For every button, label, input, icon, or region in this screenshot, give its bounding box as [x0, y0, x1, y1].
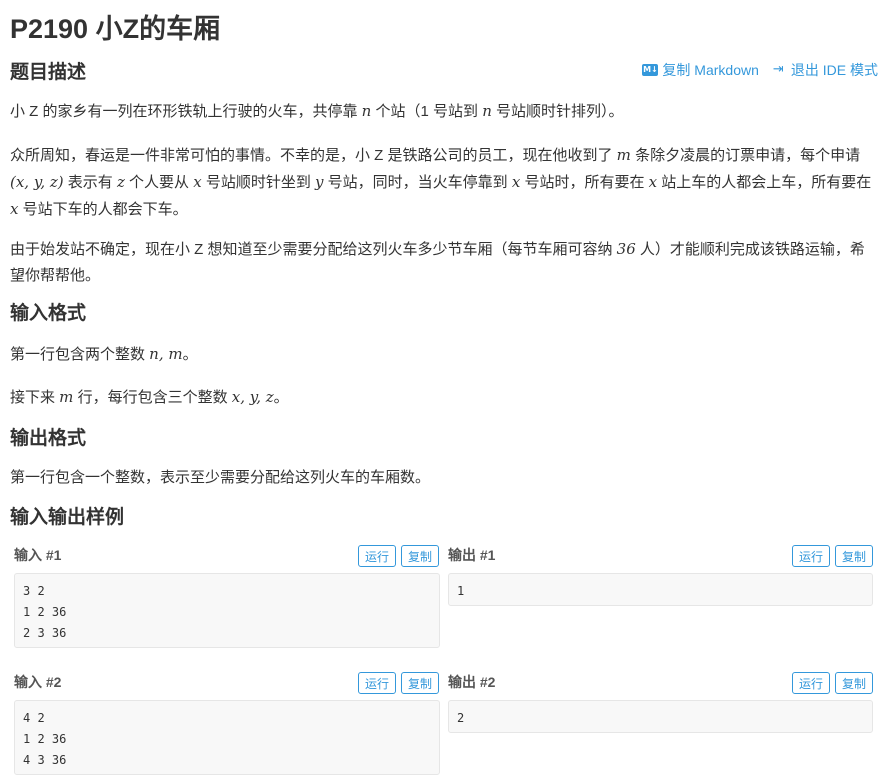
sample-output-label: 输出 #2 — [448, 672, 495, 692]
markdown-icon: M↓ — [642, 64, 658, 76]
sample-output-label: 输出 #1 — [448, 545, 495, 565]
section-heading-samples: 输入输出样例 — [10, 505, 124, 531]
description-paragraph-1: 小 Z 的家乡有一列在环形铁轨上行驶的火车，共停靠 n 个站（1 号站到 n 号… — [10, 98, 878, 125]
exit-ide-label: 退出 IDE 模式 — [791, 60, 878, 80]
page-title: P2190 小Z的车厢 — [10, 12, 220, 46]
copy-button[interactable]: 复制 — [401, 545, 439, 567]
section-heading-description: 题目描述 — [10, 60, 86, 86]
input-format-paragraph-2: 接下来 m 行，每行包含三个整数 x, y, z。 — [10, 384, 878, 411]
sample-output-code[interactable]: 1 — [448, 573, 873, 606]
problem-actions: M↓ 复制 Markdown ⇥ 退出 IDE 模式 — [642, 60, 878, 80]
sample-input-code[interactable]: 4 2 1 2 36 4 3 36 — [14, 700, 440, 775]
section-heading-output-format: 输出格式 — [10, 426, 86, 452]
run-button[interactable]: 运行 — [358, 672, 396, 694]
sample-output-code[interactable]: 2 — [448, 700, 873, 733]
run-button[interactable]: 运行 — [358, 545, 396, 567]
output-format-paragraph-1: 第一行包含一个整数，表示至少需要分配给这列火车的车厢数。 — [10, 465, 878, 491]
description-paragraph-2: 众所周知，春运是一件非常可怕的事情。不幸的是，小 Z 是铁路公司的员工，现在他收… — [10, 142, 878, 223]
copy-button[interactable]: 复制 — [835, 545, 873, 567]
exit-icon: ⇥ — [773, 63, 787, 77]
copy-markdown-label: 复制 Markdown — [662, 60, 758, 80]
sample-input-code[interactable]: 3 2 1 2 36 2 3 36 — [14, 573, 440, 648]
section-heading-input-format: 输入格式 — [10, 301, 86, 327]
copy-button[interactable]: 复制 — [835, 672, 873, 694]
description-paragraph-3: 由于始发站不确定，现在小 Z 想知道至少需要分配给这列火车多少节车厢（每节车厢可… — [10, 236, 878, 289]
input-format-paragraph-1: 第一行包含两个整数 n, m。 — [10, 341, 878, 368]
exit-ide-link[interactable]: ⇥ 退出 IDE 模式 — [773, 60, 878, 80]
sample-input-label: 输入 #1 — [14, 545, 61, 565]
copy-markdown-link[interactable]: M↓ 复制 Markdown — [642, 60, 758, 80]
run-button[interactable]: 运行 — [792, 545, 830, 567]
run-button[interactable]: 运行 — [792, 672, 830, 694]
sample-input-label: 输入 #2 — [14, 672, 61, 692]
copy-button[interactable]: 复制 — [401, 672, 439, 694]
